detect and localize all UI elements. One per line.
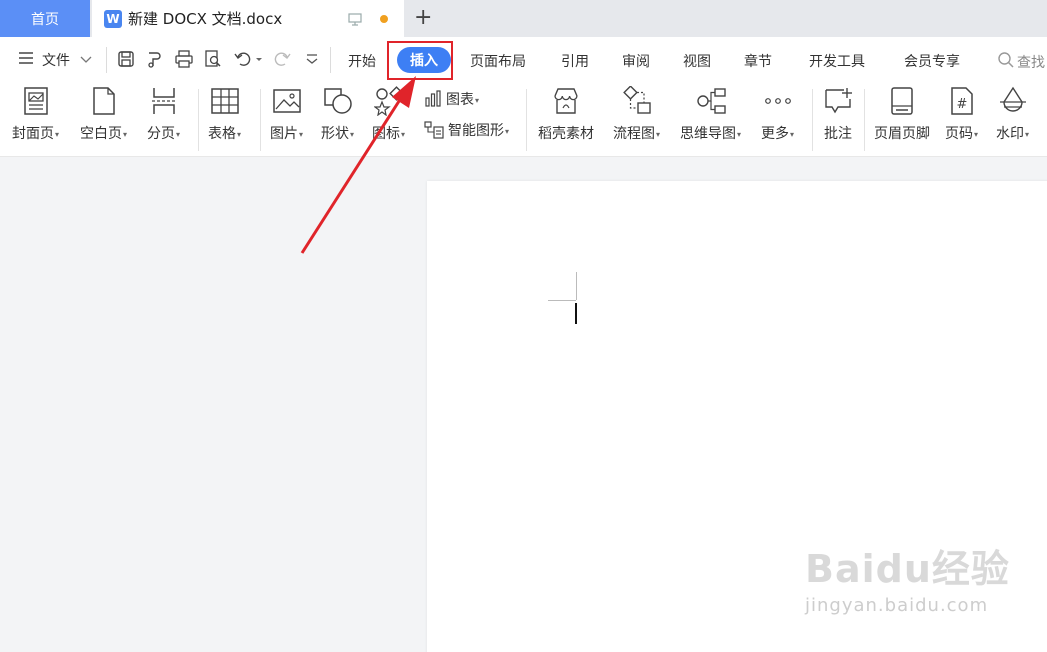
baidu-watermark: Baidu经验 jingyan.baidu.com — [805, 538, 1010, 616]
watermark-sub-text: jingyan.baidu.com — [805, 595, 989, 616]
watermark-main-text: Baidu经验 — [805, 547, 1010, 591]
